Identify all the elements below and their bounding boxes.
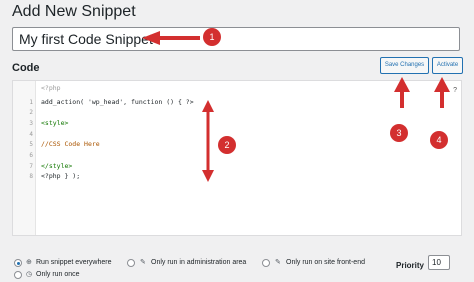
annotation-arrow-head <box>142 31 160 45</box>
annotation-marker-3: 3 <box>390 124 408 142</box>
annotation-marker-4: 4 <box>430 131 448 149</box>
annotation-arrow-head <box>434 77 450 92</box>
annotation-marker-2: 2 <box>218 136 236 154</box>
annotation-arrow-head <box>394 77 410 92</box>
annotation-arrow-head <box>202 170 214 182</box>
annotation-marker-1: 1 <box>203 28 221 46</box>
annotation-arrow-head <box>202 100 214 112</box>
